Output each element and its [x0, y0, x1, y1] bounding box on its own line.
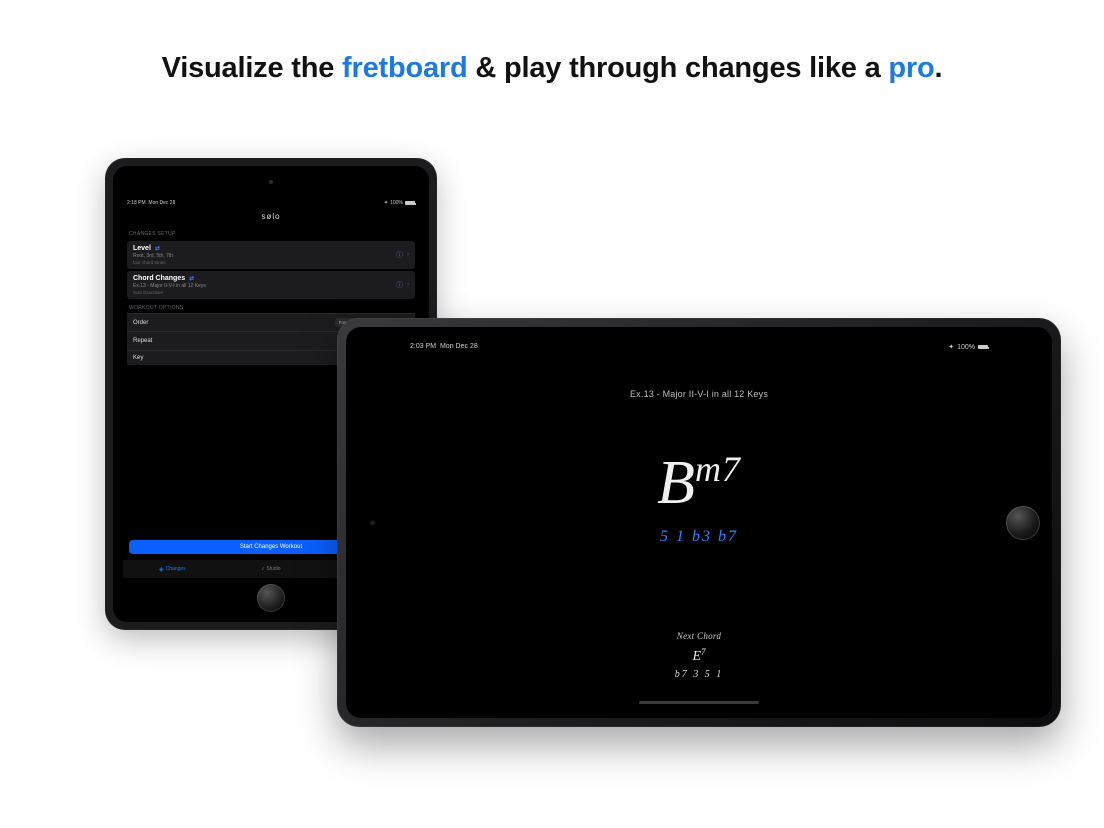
shuffle-icon: ⇄ — [189, 275, 194, 282]
tab-changes[interactable]: ◈Changes — [123, 560, 222, 578]
next-degrees: b7 3 5 1 — [402, 669, 996, 680]
ipad-landscape-device: 2:03 PM Mon Dec 28 ✦ 100% Ex.13 - Major … — [337, 318, 1061, 727]
marketing-headline: Visualize the fretboard & play through c… — [0, 0, 1104, 85]
next-chord: E7 — [402, 647, 996, 665]
info-icon[interactable]: ⓘ — [396, 250, 403, 260]
home-indicator — [639, 701, 759, 704]
status-bar: 2:03 PM Mon Dec 28 ✦ 100% — [402, 337, 996, 351]
chevron-right-icon: › — [407, 252, 409, 258]
home-button[interactable] — [257, 584, 285, 612]
level-row[interactable]: Level⇄ Root, 3rd, 5th, 7th four chord to… — [127, 241, 415, 269]
current-degrees: 5 1 b3 b7 — [402, 528, 996, 546]
status-bar: 2:18 PM Mon Dec 28 ✦ 100% — [123, 198, 419, 208]
chevron-right-icon: › — [407, 282, 409, 288]
section-header-changes: CHANGES SETUP — [123, 227, 419, 239]
landscape-screen: 2:03 PM Mon Dec 28 ✦ 100% Ex.13 - Major … — [402, 337, 996, 708]
chord-changes-row[interactable]: Chord Changes⇄ Ex.13 - Major II-V-I in a… — [127, 271, 415, 299]
battery-icon — [405, 201, 415, 205]
tab-studio[interactable]: ♪Studio — [222, 560, 321, 578]
current-chord: Bm7 — [402, 451, 996, 514]
camera-icon — [370, 520, 375, 525]
studio-icon: ♪ — [261, 566, 264, 572]
changes-icon: ◈ — [159, 566, 164, 573]
app-title: sølo — [123, 208, 419, 227]
home-button[interactable] — [1006, 506, 1040, 540]
battery-icon — [978, 345, 988, 349]
shuffle-icon: ⇄ — [155, 245, 160, 252]
camera-icon — [269, 180, 273, 184]
next-chord-label: Next Chord — [402, 631, 996, 641]
section-header-workout: WORKOUT OPTIONS — [123, 301, 419, 313]
info-icon[interactable]: ⓘ — [396, 280, 403, 290]
exercise-title: Ex.13 - Major II-V-I in all 12 Keys — [402, 389, 996, 399]
